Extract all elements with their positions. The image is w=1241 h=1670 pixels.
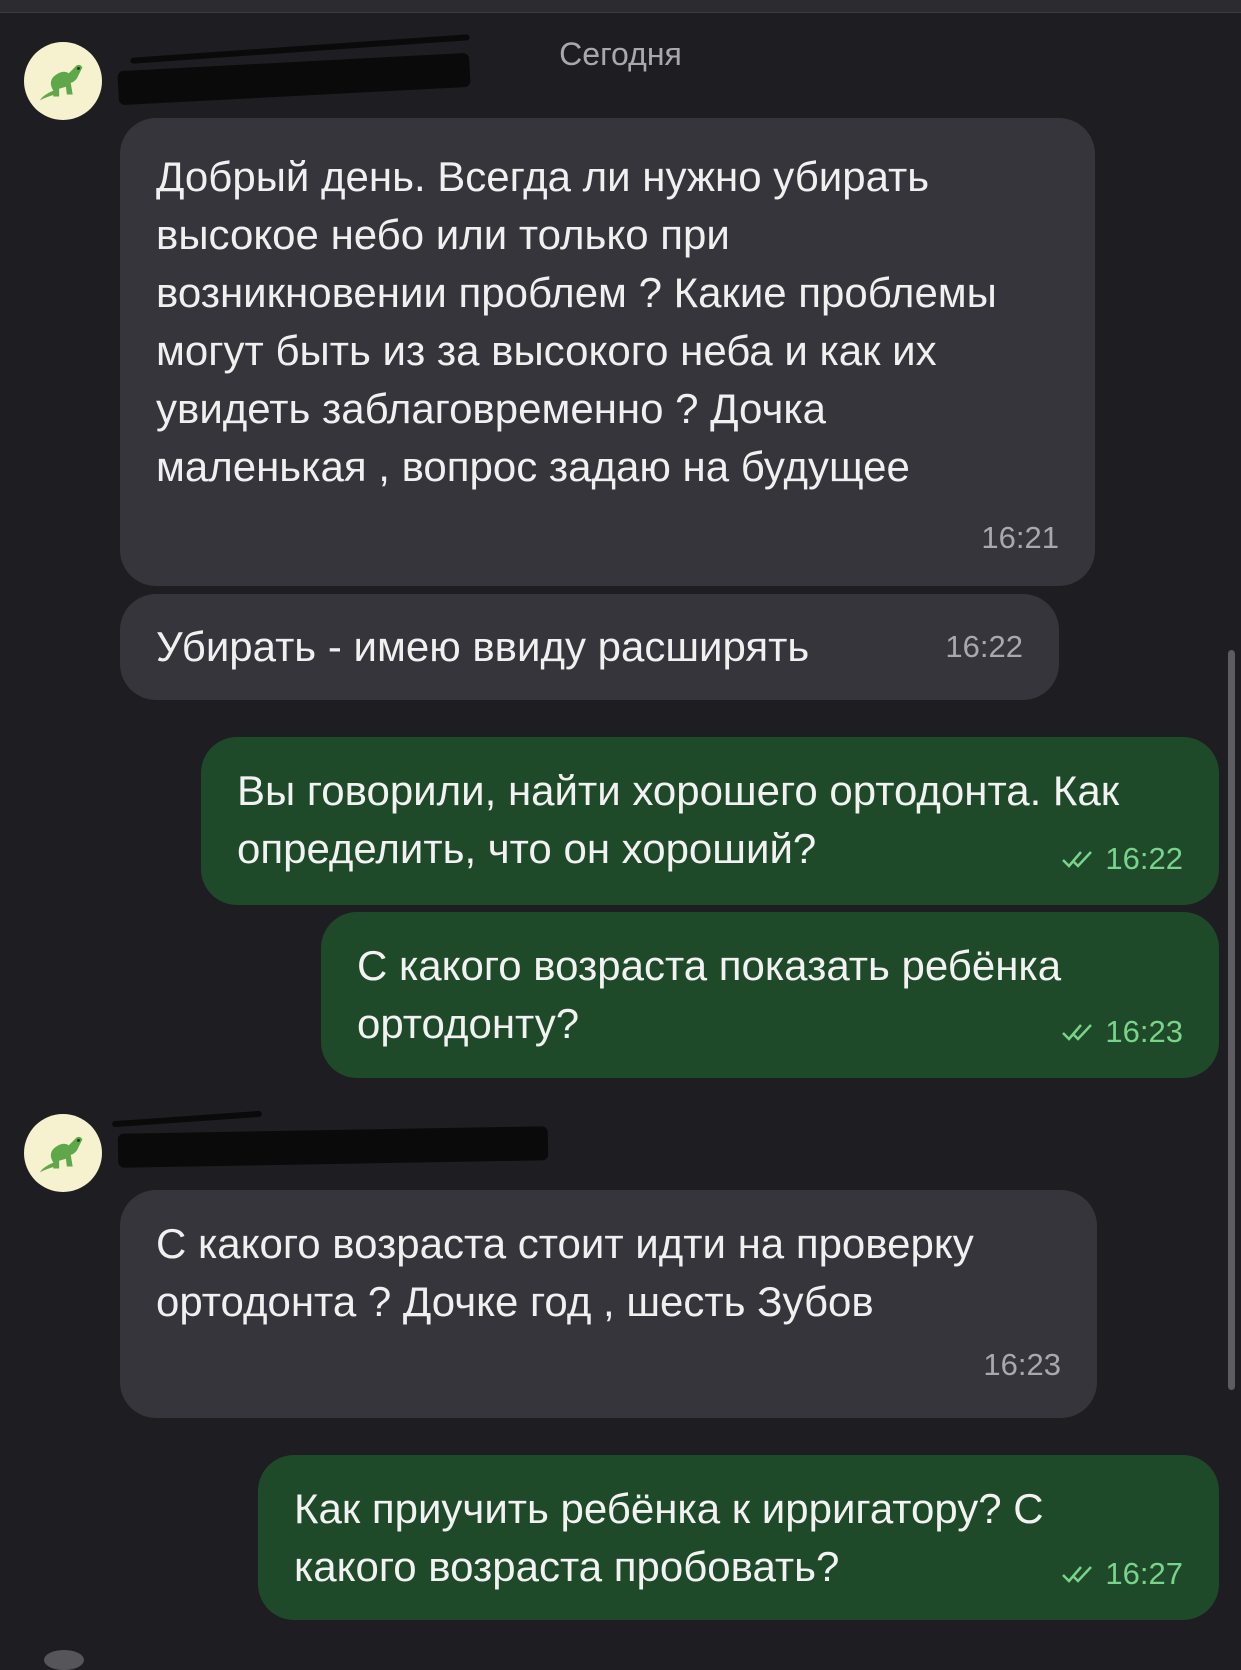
message-bubble-incoming[interactable]: Добрый день. Всегда ли нужно убирать выс… — [120, 118, 1095, 586]
message-bubble-outgoing[interactable]: Вы говорили, найти хорошего ортодонта. К… — [201, 737, 1219, 905]
message-text: С какого возраста стоит идти на проверку… — [156, 1220, 986, 1325]
sender-avatar[interactable] — [24, 42, 102, 120]
double-check-icon — [1061, 1563, 1099, 1585]
message-bubble-outgoing[interactable]: Как приучить ребёнка к ирригатору? С как… — [258, 1455, 1219, 1620]
message-text: Как приучить ребёнка к ирригатору? С как… — [294, 1485, 1056, 1590]
message-time: 16:23 — [983, 1347, 1061, 1382]
scrollbar[interactable] — [1228, 650, 1235, 1390]
message-text: Вы говорили, найти хорошего ортодонта. К… — [237, 767, 1131, 872]
dinosaur-icon — [39, 64, 83, 101]
sender-name-redacted — [117, 1126, 549, 1168]
message-text: С какого возраста показать ребёнка ортод… — [357, 942, 1073, 1047]
message-time: 16:23 — [1105, 1014, 1183, 1049]
message-time: 16:21 — [981, 520, 1059, 555]
message-text: Добрый день. Всегда ли нужно убирать выс… — [156, 153, 1009, 490]
message-text: Убирать - имею ввиду расширять — [156, 623, 810, 670]
message-bubble-incoming[interactable]: С какого возраста стоит идти на проверку… — [120, 1190, 1097, 1418]
next-avatar-edge — [44, 1650, 84, 1670]
message-meta: 16:27 — [1061, 1556, 1183, 1592]
message-meta: 16:23 — [1061, 1014, 1183, 1050]
redaction-stroke — [111, 1110, 263, 1128]
message-meta: 16:22 — [945, 629, 1023, 665]
message-meta: 16:23 — [983, 1347, 1061, 1383]
message-bubble-incoming[interactable]: Убирать - имею ввиду расширять 16:22 — [120, 594, 1059, 700]
double-check-icon — [1061, 848, 1099, 870]
double-check-icon — [1061, 1021, 1099, 1043]
dinosaur-icon — [39, 1136, 83, 1173]
message-meta: 16:21 — [981, 520, 1059, 556]
message-time: 16:22 — [945, 629, 1023, 664]
message-time: 16:22 — [1105, 841, 1183, 876]
window-top-edge — [0, 0, 1241, 13]
message-meta: 16:22 — [1061, 841, 1183, 877]
message-time: 16:27 — [1105, 1556, 1183, 1591]
message-bubble-outgoing[interactable]: С какого возраста показать ребёнка ортод… — [321, 912, 1219, 1078]
sender-avatar[interactable] — [24, 1114, 102, 1192]
